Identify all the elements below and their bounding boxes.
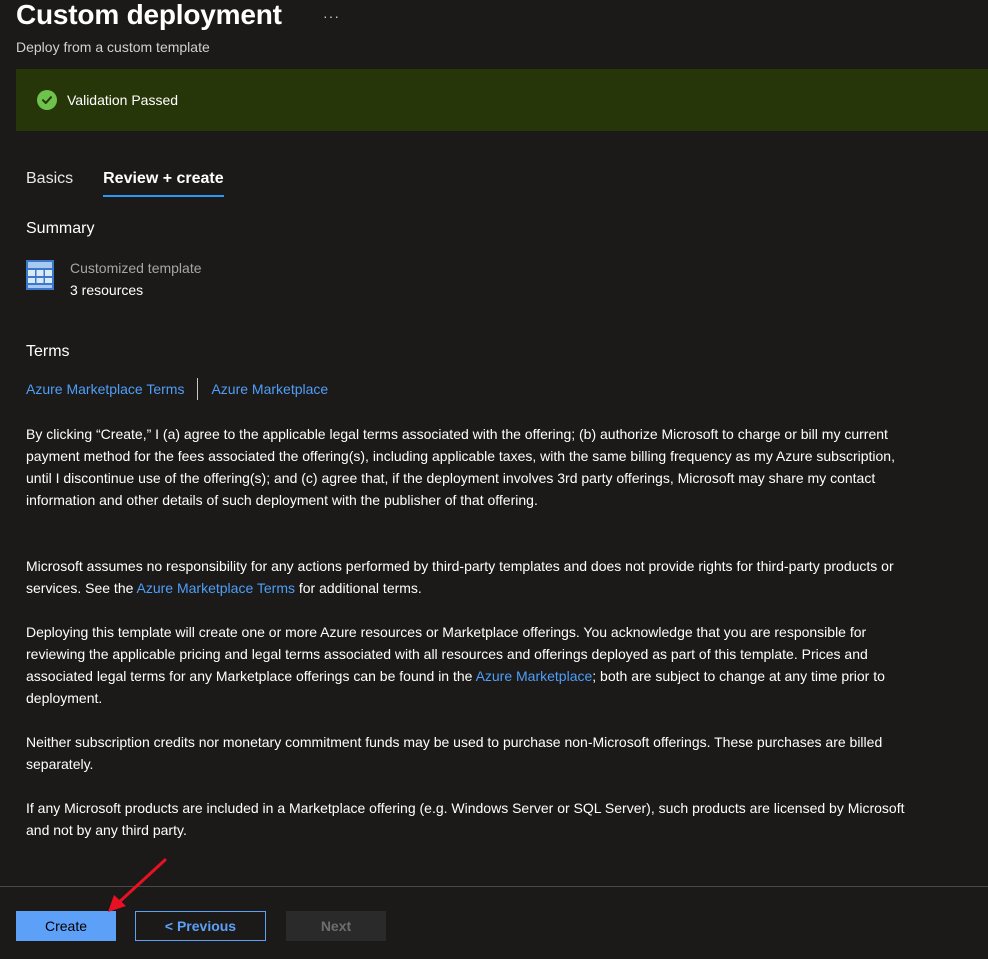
page-title: Custom deployment (16, 0, 282, 30)
validation-banner: Validation Passed (16, 69, 988, 131)
inline-link-marketplace-terms[interactable]: Azure Marketplace Terms (137, 580, 295, 596)
summary-heading: Summary (26, 220, 95, 237)
paragraph-2-text-b: for additional terms. (294, 580, 422, 596)
resource-count: 3 resources (70, 282, 144, 298)
terms-paragraph-4: Neither subscription credits nor monetar… (26, 734, 883, 772)
previous-button[interactable]: < Previous (135, 911, 266, 941)
next-button[interactable]: Next (286, 911, 386, 941)
more-options-icon[interactable]: ··· (323, 8, 340, 24)
tab-review-create[interactable]: Review + create (103, 170, 224, 197)
terms-paragraph-5: If any Microsoft products are included i… (26, 800, 905, 838)
terms-links: Azure Marketplace Terms Azure Marketplac… (26, 378, 328, 400)
tab-basics[interactable]: Basics (26, 170, 73, 197)
link-azure-marketplace-terms[interactable]: Azure Marketplace Terms (26, 381, 184, 397)
link-divider (197, 378, 199, 400)
template-grid-icon (26, 260, 56, 290)
inline-link-marketplace[interactable]: Azure Marketplace (476, 668, 593, 684)
terms-paragraph-2: Microsoft assumes no responsibility for … (26, 555, 906, 599)
template-name: Customized template (70, 260, 202, 276)
create-button[interactable]: Create (16, 911, 116, 941)
validation-message: Validation Passed (67, 92, 179, 108)
terms-paragraph-3: Deploying this template will create one … (26, 621, 906, 709)
terms-paragraph-1: By clicking “Create,” I (a) agree to the… (26, 426, 895, 508)
tab-bar: Basics Review + create (26, 170, 254, 197)
link-azure-marketplace[interactable]: Azure Marketplace (211, 381, 328, 397)
page-subtitle: Deploy from a custom template (16, 39, 210, 55)
summary-template: Customized template 3 resources (26, 260, 202, 301)
check-circle-icon (37, 90, 57, 110)
annotation-arrow-icon (108, 858, 167, 912)
terms-heading: Terms (26, 343, 70, 360)
